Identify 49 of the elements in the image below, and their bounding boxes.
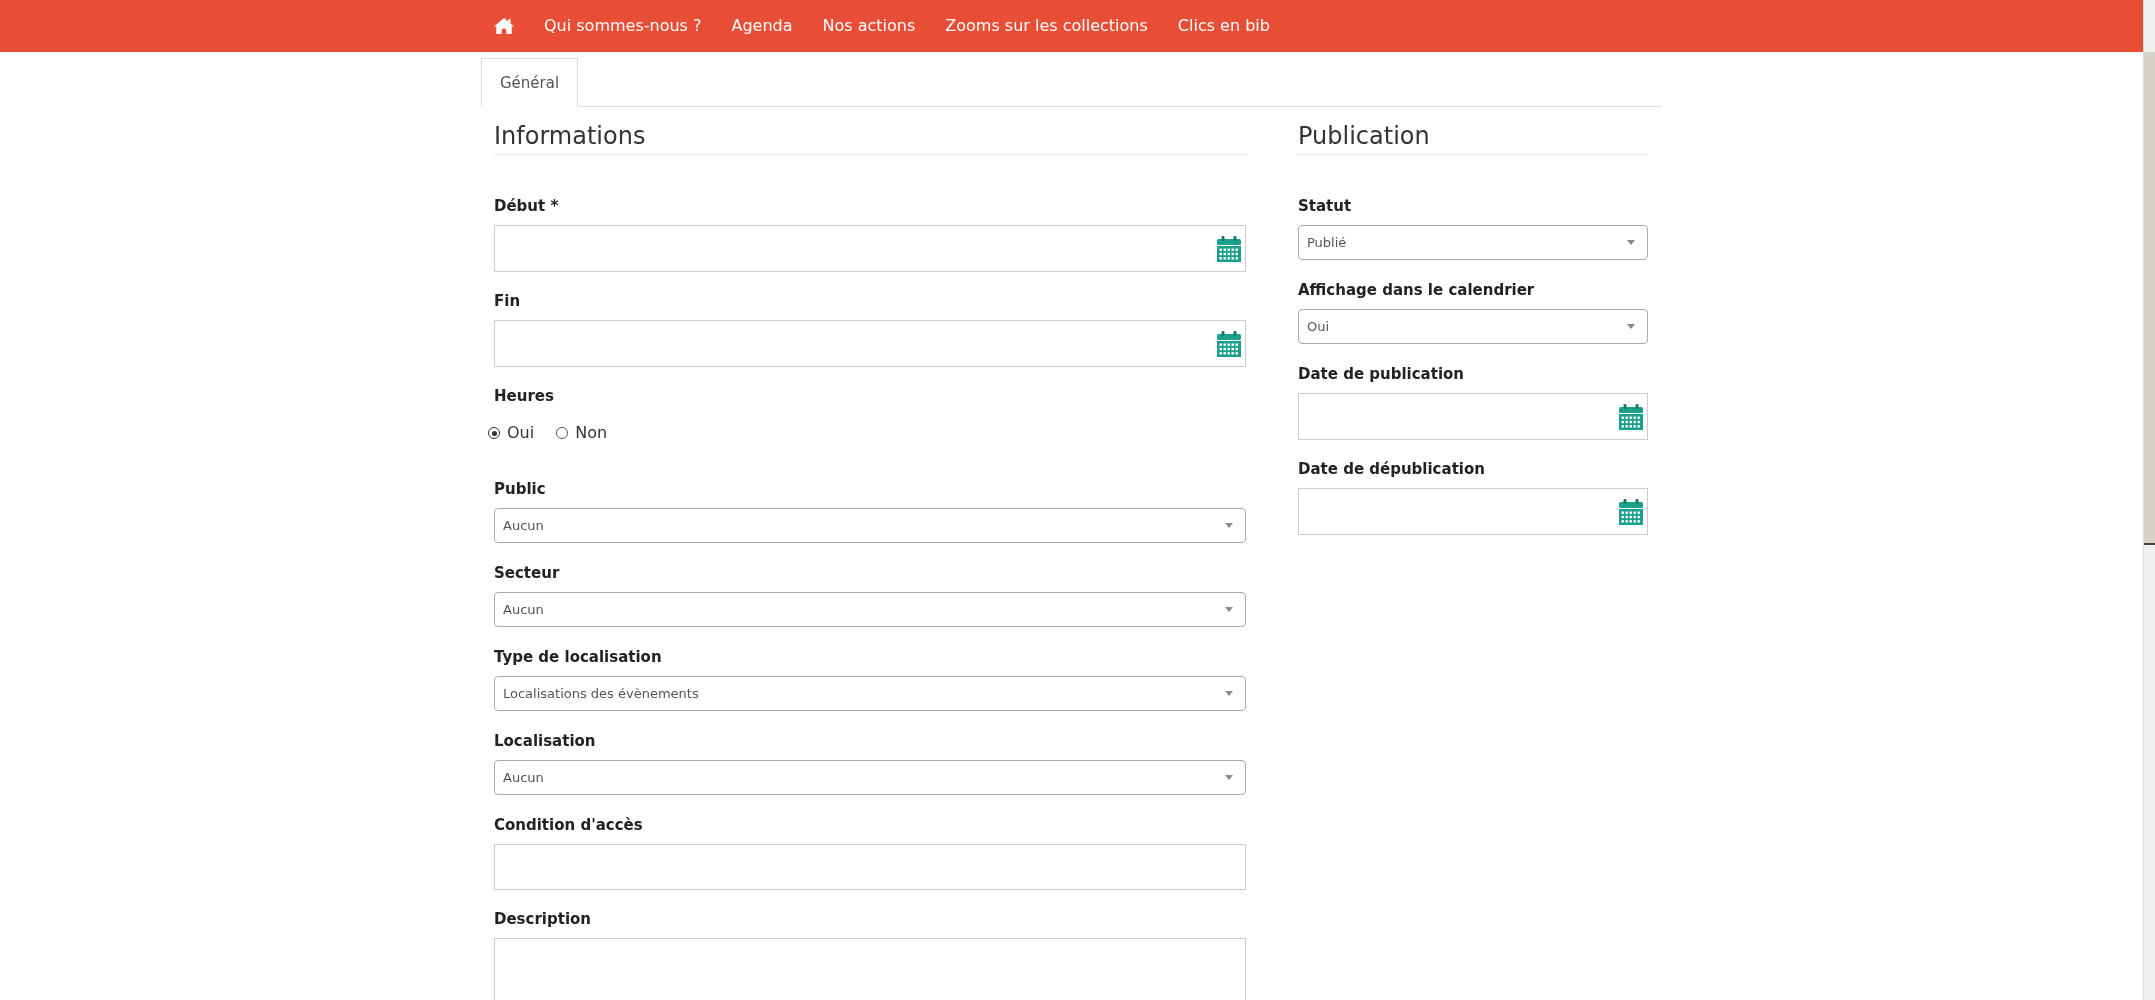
field-label: Statut [1298, 196, 1353, 216]
textarea-field[interactable] [494, 938, 1246, 1000]
radio-label: Non [575, 424, 608, 442]
input-field[interactable] [494, 844, 1246, 890]
nav-link[interactable]: Agenda [731, 16, 793, 36]
radio-label: Oui [507, 424, 535, 442]
caret-icon [1225, 775, 1233, 780]
select-field[interactable]: Aucun [494, 592, 1246, 627]
field-label: Date de dépublication [1298, 459, 1486, 479]
field-label: Affichage dans le calendrier [1298, 280, 1536, 300]
field-label: Condition d'accès [494, 815, 644, 835]
field-label: Secteur [494, 563, 561, 583]
radio-button[interactable] [488, 427, 500, 439]
scrollbar-thumb[interactable] [2144, 52, 2155, 545]
calendar-icon[interactable] [1217, 330, 1241, 357]
calendar-icon[interactable] [1619, 498, 1643, 525]
caret-icon [1225, 523, 1233, 528]
tab[interactable]: Général [481, 58, 579, 107]
caret-icon [1627, 324, 1635, 329]
section-heading: Publication [1298, 121, 1648, 155]
select-field[interactable]: Aucun [494, 760, 1246, 795]
field-label: Localisation [494, 731, 597, 751]
field-label: Début * [494, 196, 560, 216]
select-field[interactable]: Localisations des évènements [494, 676, 1246, 711]
caret-icon [1627, 240, 1635, 245]
field-label: Date de publication [1298, 364, 1466, 384]
date-input-field[interactable] [494, 225, 1246, 272]
section-heading: Informations [494, 121, 1246, 155]
date-input-field[interactable] [494, 320, 1246, 367]
select-field[interactable]: Oui [1298, 309, 1648, 344]
caret-icon [1225, 607, 1233, 612]
select-field[interactable]: Publié [1298, 225, 1648, 260]
calendar-icon[interactable] [1217, 235, 1241, 262]
field-label: Heures [494, 386, 555, 406]
calendar-icon[interactable] [1619, 403, 1643, 430]
home-icon[interactable] [494, 18, 514, 34]
select-field[interactable]: Aucun [494, 508, 1246, 543]
nav-link[interactable]: Qui sommes-nous ? [544, 16, 702, 36]
field-label: Public [494, 479, 547, 499]
field-label: Type de localisation [494, 647, 663, 667]
nav-link[interactable]: Zooms sur les collections [945, 16, 1148, 36]
nav-link[interactable]: Nos actions [822, 16, 916, 36]
nav-link[interactable]: Clics en bib [1177, 16, 1270, 36]
radio-button[interactable] [556, 427, 569, 439]
date-input-field[interactable] [1298, 488, 1648, 535]
field-label: Fin [494, 291, 522, 311]
date-input-field[interactable] [1298, 393, 1648, 440]
caret-icon [1225, 691, 1233, 696]
field-label: Description [494, 909, 593, 929]
